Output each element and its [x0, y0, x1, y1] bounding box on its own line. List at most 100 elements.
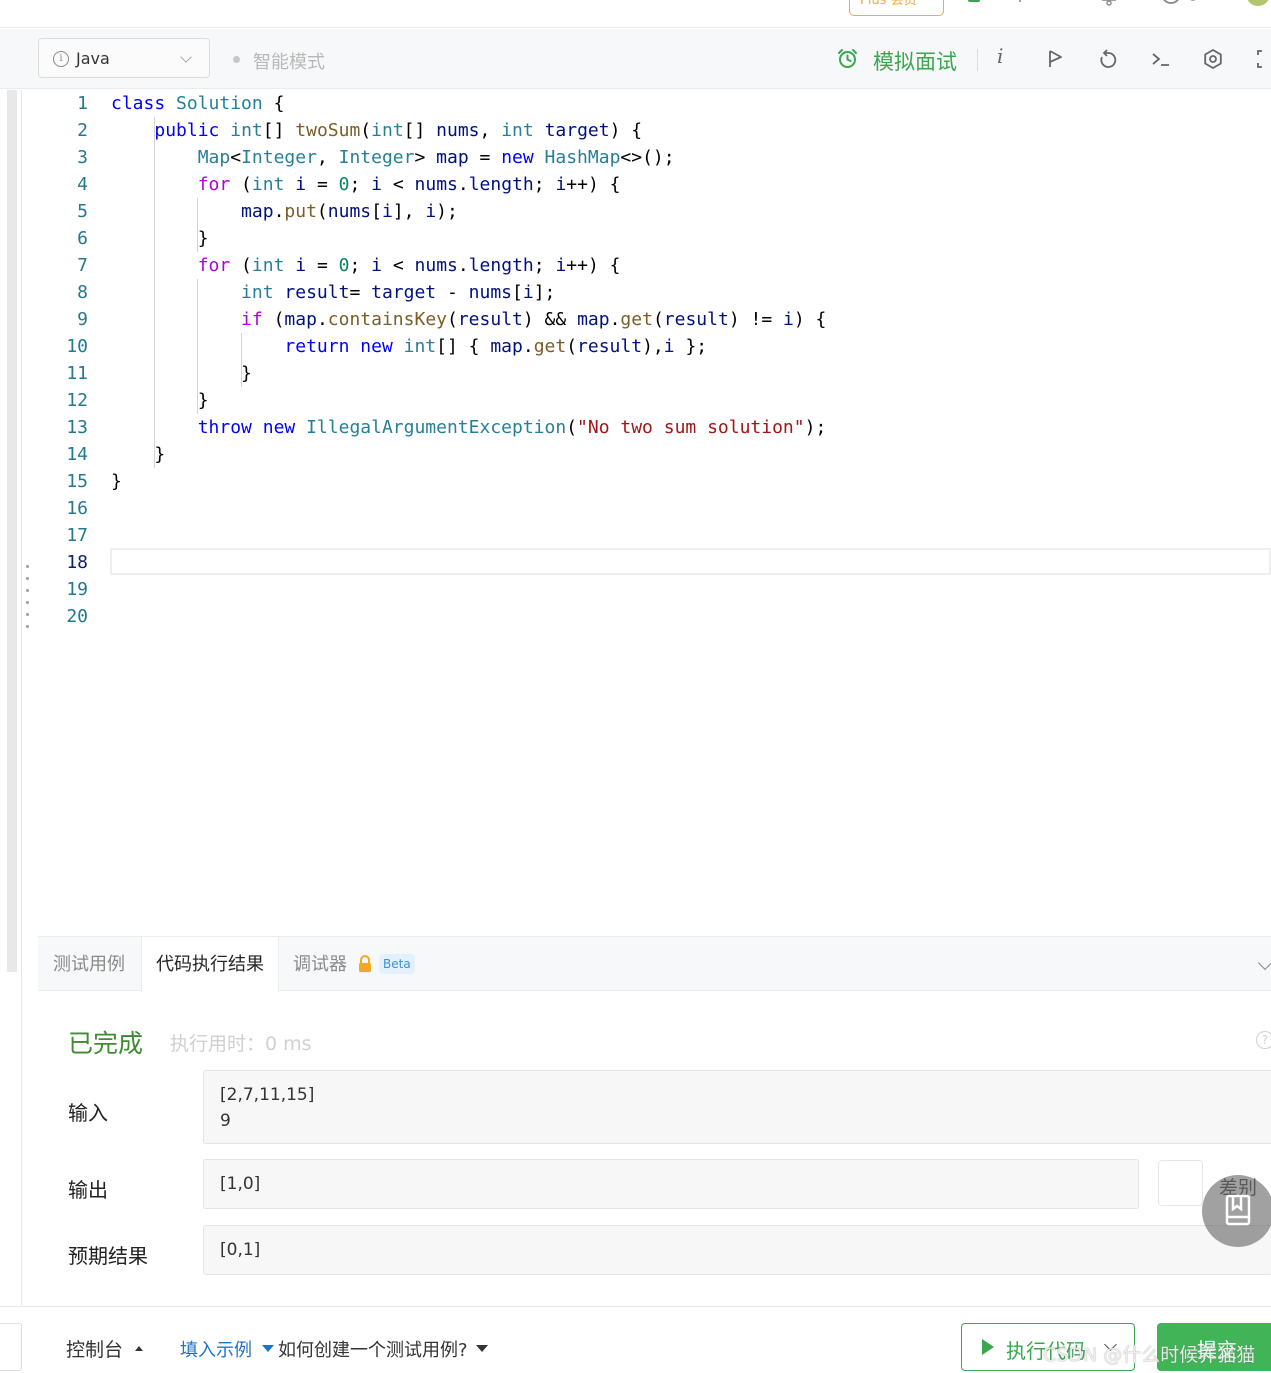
tab-execution-result[interactable]: 代码执行结果: [141, 937, 279, 993]
code-line[interactable]: 3 Map<Integer, Integer> map = new HashMa…: [38, 144, 1271, 171]
add-icon[interactable]: [1011, 0, 1029, 8]
code-text: Map<Integer, Integer> map = new HashMap<…: [197, 147, 675, 168]
caret-down-icon[interactable]: [262, 1345, 274, 1352]
line-number: 8: [77, 282, 88, 303]
editor-toolbar: i Java 智能模式 模拟面试 i: [0, 29, 1271, 89]
alarm-clock-icon: [838, 49, 857, 68]
sidebar-toggle[interactable]: [0, 1323, 22, 1371]
code-text: }: [111, 363, 252, 384]
code-text: class Solution {: [111, 93, 285, 114]
tab-test-cases[interactable]: 测试用例: [53, 937, 125, 992]
code-line[interactable]: 2 public int[] twoSum(int[] nums, int ta…: [38, 117, 1271, 144]
code-line[interactable]: 13 throw new IllegalArgumentException("N…: [38, 414, 1271, 441]
code-text: if (map.containsKey(result) && map.get(r…: [241, 309, 827, 330]
fill-example-link[interactable]: 填入示例: [180, 1336, 252, 1362]
code-line[interactable]: 12 }: [38, 387, 1271, 414]
line-number: 5: [77, 201, 88, 222]
lock-icon: [359, 955, 371, 972]
code-line[interactable]: 17: [38, 522, 1271, 549]
code-editor[interactable]: 1 class Solution { 2 public int[] twoSum(i…: [38, 90, 1271, 936]
code-text: for (int i = 0; i < nums.length; i++) {: [197, 174, 621, 195]
indent-guide: [240, 333, 242, 387]
scrollbar-track[interactable]: [7, 90, 17, 972]
line-number: 19: [66, 579, 88, 600]
code-line[interactable]: 5 map.put(nums[i], i);: [38, 198, 1271, 225]
terminal-icon[interactable]: [1150, 48, 1172, 70]
smart-mode-toggle[interactable]: 智能模式: [253, 48, 325, 74]
mock-interview-button[interactable]: 模拟面试: [873, 46, 957, 76]
code-text: public int[] twoSum(int[] nums, int targ…: [154, 120, 643, 141]
code-line[interactable]: 7 for (int i = 0; i < nums.length; i++) …: [38, 252, 1271, 279]
code-text: return new int[] { map.get(result),i };: [284, 336, 708, 357]
code-line[interactable]: 19: [38, 576, 1271, 603]
input-value-box: [2,7,11,15] 9: [203, 1070, 1271, 1144]
line-number: 14: [66, 444, 88, 465]
indent-guide: [197, 279, 199, 414]
points-icon[interactable]: [1160, 0, 1200, 8]
code-line[interactable]: 4 for (int i = 0; i < nums.length; i++) …: [38, 171, 1271, 198]
phone-icon[interactable]: [965, 0, 983, 8]
line-number: 12: [66, 390, 88, 411]
input-label: 输入: [68, 1101, 108, 1125]
floating-notes-button[interactable]: [1202, 1175, 1271, 1247]
code-line[interactable]: 10 return new int[] { map.get(result),i …: [38, 333, 1271, 360]
line-number: 11: [66, 363, 88, 384]
code-line[interactable]: 6 }: [38, 225, 1271, 252]
avatar[interactable]: [1243, 0, 1271, 8]
line-number: 1: [77, 93, 88, 114]
diff-toggle[interactable]: [1158, 1160, 1203, 1206]
code-line[interactable]: 8 int result= target - nums[i];: [38, 279, 1271, 306]
language-select-label: Java: [76, 49, 110, 68]
fullscreen-icon[interactable]: [1256, 48, 1271, 70]
console-toggle[interactable]: 控制台: [66, 1335, 123, 1362]
line-number: 7: [77, 255, 88, 276]
cursor-line-highlight: [110, 548, 1271, 575]
code-text: for (int i = 0; i < nums.length; i++) {: [197, 255, 621, 276]
line-number: 2: [77, 120, 88, 141]
line-number: 16: [66, 498, 88, 519]
line-number: 15: [66, 471, 88, 492]
panel-divider: [21, 90, 22, 1305]
chevron-down-icon: [180, 51, 192, 63]
reset-icon[interactable]: [1097, 48, 1119, 70]
line-number: 17: [66, 525, 88, 546]
plus-badge-label: Plus 会员: [860, 0, 917, 8]
problem-info-icon[interactable]: i: [997, 44, 1003, 68]
toolbar-divider: [977, 49, 978, 71]
gear-icon[interactable]: [1202, 48, 1224, 70]
code-line[interactable]: 11 }: [38, 360, 1271, 387]
line-number: 3: [77, 147, 88, 168]
expected-value-box: [0,1]: [203, 1225, 1271, 1275]
code-line[interactable]: 15}: [38, 468, 1271, 495]
play-icon: [982, 1339, 994, 1355]
help-icon[interactable]: ?: [1256, 1031, 1271, 1049]
code-text: map.put(nums[i], i);: [241, 201, 458, 222]
plus-member-badge[interactable]: Plus 会员: [849, 0, 944, 16]
bookmark-icon: [1225, 1194, 1251, 1226]
resize-handle[interactable]: [26, 565, 30, 631]
code-line[interactable]: 9 if (map.containsKey(result) && map.get…: [38, 306, 1271, 333]
caret-down-icon[interactable]: [476, 1345, 488, 1352]
flag-icon[interactable]: [1045, 48, 1067, 70]
top-nav-strip: Plus 会员: [0, 0, 1271, 28]
tab-debugger[interactable]: 调试器: [293, 937, 347, 992]
caret-up-icon: [135, 1346, 143, 1351]
code-text: }: [111, 390, 209, 411]
line-number: 10: [66, 336, 88, 357]
code-text: int result= target - nums[i];: [241, 282, 556, 303]
line-number: 13: [66, 417, 88, 438]
info-icon: i: [53, 51, 69, 67]
code-line[interactable]: 1 class Solution {: [38, 90, 1271, 117]
code-line[interactable]: 16: [38, 495, 1271, 522]
code-text: }: [111, 228, 209, 249]
code-line[interactable]: 20: [38, 603, 1271, 630]
code-line[interactable]: 14 }: [38, 441, 1271, 468]
line-number: 4: [77, 174, 88, 195]
howto-test-case-link[interactable]: 如何创建一个测试用例?: [278, 1336, 468, 1362]
smart-mode-dot: [233, 56, 240, 63]
run-status: 已完成: [68, 1029, 144, 1058]
watermark: CSDN @什么时候养猫猫: [1043, 1344, 1256, 1366]
language-select[interactable]: i Java: [38, 38, 210, 78]
input-line: 9: [220, 1111, 231, 1131]
bell-icon[interactable]: [1100, 0, 1118, 8]
